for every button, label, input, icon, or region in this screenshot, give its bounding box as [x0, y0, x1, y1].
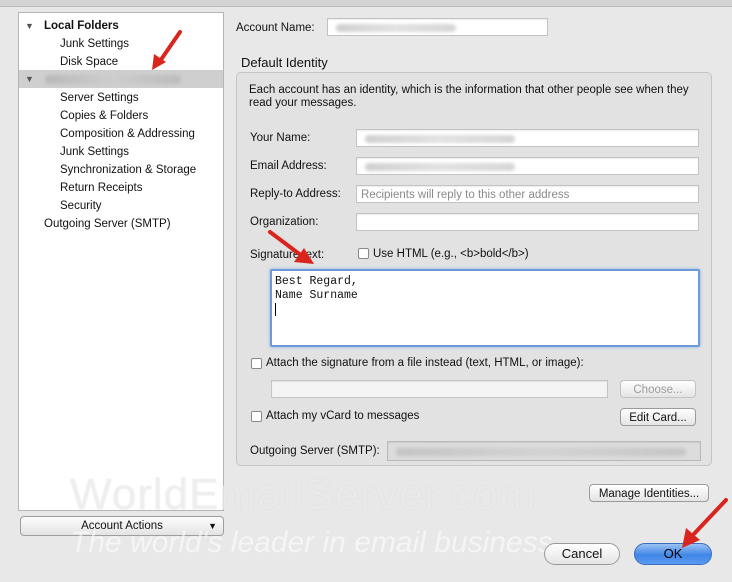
tree-item-security[interactable]: Security — [19, 197, 223, 215]
text-cursor — [275, 303, 276, 316]
tree-item-disk-space[interactable]: Disk Space — [19, 53, 223, 71]
signature-file-path-input[interactable] — [271, 380, 608, 398]
tree-item-junk-settings[interactable]: Junk Settings — [19, 143, 223, 161]
outgoing-server-select[interactable] — [387, 441, 701, 461]
annotation-arrow-icon — [268, 230, 314, 264]
tree-item-outgoing-server[interactable]: Outgoing Server (SMTP) — [19, 215, 223, 233]
default-identity-heading: Default Identity — [241, 55, 328, 70]
tree-item-label: Disk Space — [60, 56, 119, 68]
identity-description: Each account has an identity, which is t… — [249, 84, 689, 109]
attach-file-checkbox[interactable] — [251, 358, 262, 369]
tree-item-email-account[interactable]: ▼ — [19, 70, 223, 88]
reply-to-input[interactable]: Recipients will reply to this other addr… — [356, 185, 699, 203]
tree-item-label: Outgoing Server (SMTP) — [44, 218, 171, 230]
account-name-input[interactable] — [327, 18, 548, 36]
reply-to-label: Reply-to Address: — [250, 188, 341, 200]
redacted-value — [365, 135, 515, 143]
email-address-label: Email Address: — [250, 160, 327, 172]
tree-item-sync-storage[interactable]: Synchronization & Storage — [19, 161, 223, 179]
tree-item-composition-addressing[interactable]: Composition & Addressing — [19, 125, 223, 143]
your-name-label: Your Name: — [250, 132, 311, 144]
choose-file-button[interactable]: Choose... — [620, 380, 696, 398]
tree-item-label: Synchronization & Storage — [60, 164, 197, 176]
tree-item-label: Return Receipts — [60, 182, 143, 194]
email-address-input[interactable] — [356, 157, 699, 175]
attach-file-label: Attach the signature from a file instead… — [266, 357, 584, 369]
use-html-label: Use HTML (e.g., <b>bold</b>) — [373, 248, 529, 260]
cancel-button[interactable]: Cancel — [544, 543, 620, 565]
use-html-checkbox[interactable] — [358, 248, 369, 259]
tree-item-server-settings[interactable]: Server Settings — [19, 89, 223, 107]
redacted-value — [396, 448, 686, 456]
tree-item-label: Composition & Addressing — [60, 128, 195, 140]
redacted-account-name — [45, 75, 181, 84]
account-name-label: Account Name: — [236, 22, 315, 34]
tree-item-label: Local Folders — [44, 20, 119, 32]
signature-line-1: Best Regard, — [275, 275, 358, 288]
signature-line-2: Name Surname — [275, 289, 358, 302]
tree-item-copies-folders[interactable]: Copies & Folders — [19, 107, 223, 125]
attach-vcard-label: Attach my vCard to messages — [266, 410, 420, 422]
redacted-value — [365, 163, 515, 171]
outgoing-server-label: Outgoing Server (SMTP): — [250, 445, 380, 457]
annotation-arrow-icon — [682, 498, 728, 548]
reply-to-placeholder: Recipients will reply to this other addr… — [361, 189, 570, 201]
edit-card-button[interactable]: Edit Card... — [620, 408, 696, 426]
tree-item-label: Junk Settings — [60, 38, 130, 50]
tree-item-label: Copies & Folders — [60, 110, 149, 122]
tree-item-label: Junk Settings — [60, 146, 130, 158]
signature-textarea[interactable]: Best Regard, Name Surname — [270, 269, 700, 347]
redacted-value — [336, 24, 456, 32]
your-name-input[interactable] — [356, 129, 699, 147]
tree-item-return-receipts[interactable]: Return Receipts — [19, 179, 223, 197]
disclosure-triangle-icon[interactable]: ▼ — [25, 70, 34, 88]
tree-item-junk-settings-local[interactable]: Junk Settings — [19, 35, 223, 53]
watermark-logo-text: WorldEmailServer.com — [70, 470, 537, 519]
account-tree[interactable]: ▼ Local Folders Junk Settings Disk Space… — [18, 12, 224, 511]
tree-item-label: Server Settings — [60, 92, 139, 104]
window-top-edge — [0, 0, 732, 7]
watermark-tagline: The world's leader in email business — [70, 526, 553, 559]
disclosure-triangle-icon[interactable]: ▼ — [25, 17, 34, 35]
attach-vcard-checkbox[interactable] — [251, 411, 262, 422]
organization-input[interactable] — [356, 213, 699, 231]
tree-item-local-folders[interactable]: ▼ Local Folders — [19, 17, 223, 35]
annotation-arrow-icon — [152, 30, 182, 70]
tree-item-label: Security — [60, 200, 102, 212]
